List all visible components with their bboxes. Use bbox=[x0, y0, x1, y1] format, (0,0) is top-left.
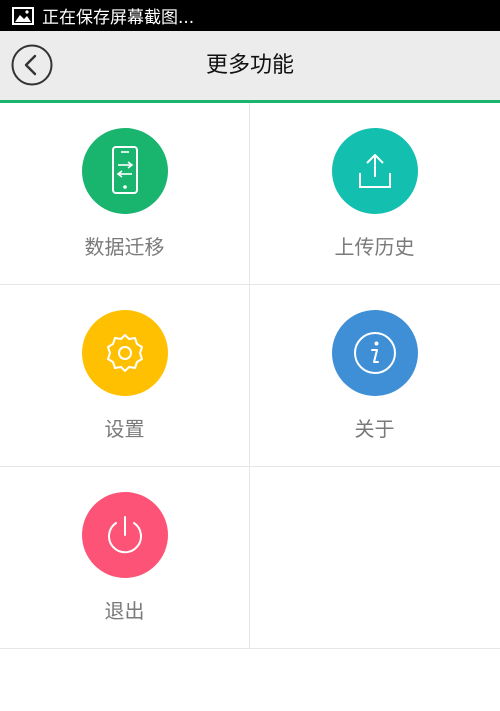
about-label: 关于 bbox=[354, 417, 395, 441]
power-icon bbox=[107, 516, 142, 554]
about-icon-circle bbox=[331, 310, 418, 396]
phone-transfer-icon bbox=[111, 146, 138, 194]
data-migration-label: 数据迁移 bbox=[84, 235, 165, 259]
logout-item[interactable]: 退出 bbox=[0, 467, 250, 648]
upload-history-label: 上传历史 bbox=[334, 235, 415, 259]
feature-grid: 数据迁移 上传历史 设置 关于 退出 bbox=[0, 103, 500, 649]
settings-label: 设置 bbox=[104, 417, 145, 441]
empty-cell bbox=[250, 467, 499, 648]
page-title: 更多功能 bbox=[205, 53, 294, 78]
image-icon bbox=[12, 6, 34, 25]
data-migration-icon-circle bbox=[81, 128, 168, 214]
info-icon bbox=[353, 332, 396, 374]
back-arrow-icon bbox=[11, 44, 53, 86]
data-migration-item[interactable]: 数据迁移 bbox=[0, 103, 250, 284]
grid-row: 设置 关于 bbox=[0, 285, 500, 467]
settings-icon-circle bbox=[81, 310, 168, 396]
grid-row: 退出 bbox=[0, 467, 500, 649]
gear-icon bbox=[106, 334, 143, 372]
logout-label: 退出 bbox=[104, 599, 145, 623]
status-text: 正在保存屏幕截图... bbox=[42, 8, 195, 28]
title-bar: 更多功能 bbox=[0, 31, 500, 103]
logout-icon-circle bbox=[81, 492, 168, 578]
upload-history-item[interactable]: 上传历史 bbox=[250, 103, 499, 284]
about-item[interactable]: 关于 bbox=[250, 285, 499, 466]
settings-item[interactable]: 设置 bbox=[0, 285, 250, 466]
grid-row: 数据迁移 上传历史 bbox=[0, 103, 500, 285]
upload-icon bbox=[358, 154, 391, 188]
upload-history-icon-circle bbox=[331, 128, 418, 214]
back-button[interactable] bbox=[11, 44, 53, 86]
status-bar: 正在保存屏幕截图... bbox=[0, 0, 500, 31]
